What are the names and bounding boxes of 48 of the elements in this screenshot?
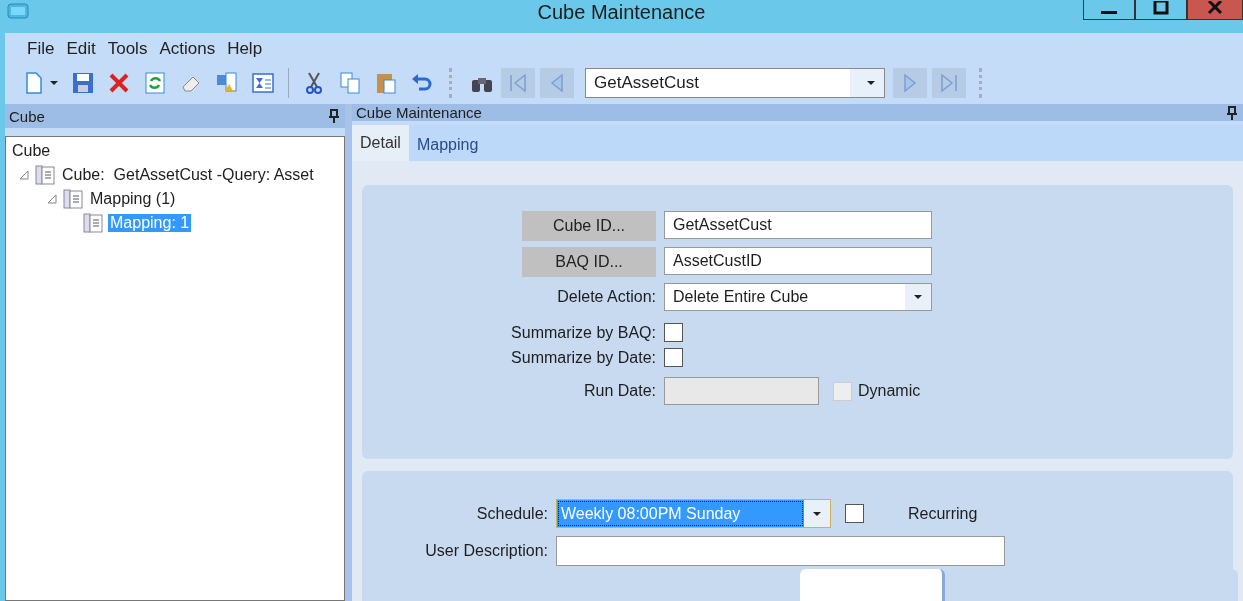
dropdown-arrow-icon[interactable] bbox=[812, 510, 822, 517]
pane-title: Cube bbox=[9, 107, 45, 125]
pin-icon[interactable] bbox=[329, 109, 339, 123]
maximize-icon bbox=[1153, 1, 1169, 15]
close-icon bbox=[1207, 1, 1223, 15]
menu-item[interactable]: Edit bbox=[60, 38, 102, 59]
menu-item[interactable]: Actions bbox=[153, 38, 222, 59]
menu-item[interactable]: File bbox=[21, 38, 61, 59]
tree-item[interactable]: Mapping (1) bbox=[88, 190, 178, 208]
document-binder-icon bbox=[62, 188, 84, 210]
field-label: User Description: bbox=[424, 542, 548, 560]
expanded-triangle-icon[interactable] bbox=[18, 169, 30, 181]
close-button[interactable] bbox=[1187, 0, 1243, 20]
tab[interactable]: Mapping bbox=[408, 129, 487, 161]
checkbox-label: Dynamic bbox=[858, 382, 921, 400]
expanded-triangle-icon[interactable] bbox=[46, 193, 58, 205]
cube-id-button[interactable]: Cube ID... bbox=[522, 211, 656, 241]
window-title: Cube Maintenance bbox=[537, 1, 706, 24]
delete-action-dropdown[interactable]: Delete Entire Cube bbox=[664, 283, 932, 311]
summarize-by-date-checkbox[interactable] bbox=[664, 348, 683, 367]
dropdown-arrow-icon[interactable] bbox=[913, 294, 923, 300]
field-label: Summarize by BAQ: bbox=[510, 323, 656, 342]
dropdown-arrow-icon[interactable] bbox=[866, 80, 876, 86]
app-window-icon bbox=[7, 3, 29, 19]
field-label: Delete Action: bbox=[556, 288, 656, 306]
document-binder-icon bbox=[82, 212, 104, 234]
field-label: Summarize by Date: bbox=[510, 348, 656, 367]
pin-icon[interactable] bbox=[1227, 105, 1237, 120]
menu-item[interactable]: Help bbox=[221, 38, 269, 59]
tree-item[interactable]: Cube: GetAssetCust -Query: Asset bbox=[60, 166, 316, 184]
tab[interactable]: Detail bbox=[352, 125, 409, 161]
minimize-button[interactable] bbox=[1083, 0, 1135, 20]
field-label: Run Date: bbox=[582, 382, 656, 400]
record-combo[interactable]: GetAssetCust bbox=[585, 68, 885, 98]
field-label: Schedule: bbox=[475, 504, 548, 523]
document-binder-icon bbox=[34, 164, 56, 186]
baq-id-button[interactable]: BAQ ID... bbox=[522, 247, 656, 277]
maximize-button[interactable] bbox=[1135, 0, 1187, 20]
baq-id-field[interactable]: AssetCustID bbox=[664, 247, 932, 275]
summarize-by-baq-checkbox[interactable] bbox=[664, 323, 683, 342]
pane-title: Cube Maintenance bbox=[356, 104, 482, 121]
user-description-field[interactable] bbox=[556, 536, 1005, 566]
minimize-icon bbox=[1101, 11, 1117, 14]
tree-root[interactable]: Cube bbox=[10, 142, 53, 160]
checkbox-label: Recurring bbox=[908, 504, 978, 523]
cube-id-field[interactable]: GetAssetCust bbox=[664, 211, 932, 239]
recurring-checkbox[interactable] bbox=[845, 504, 864, 523]
menu-item[interactable]: Tools bbox=[101, 38, 154, 59]
